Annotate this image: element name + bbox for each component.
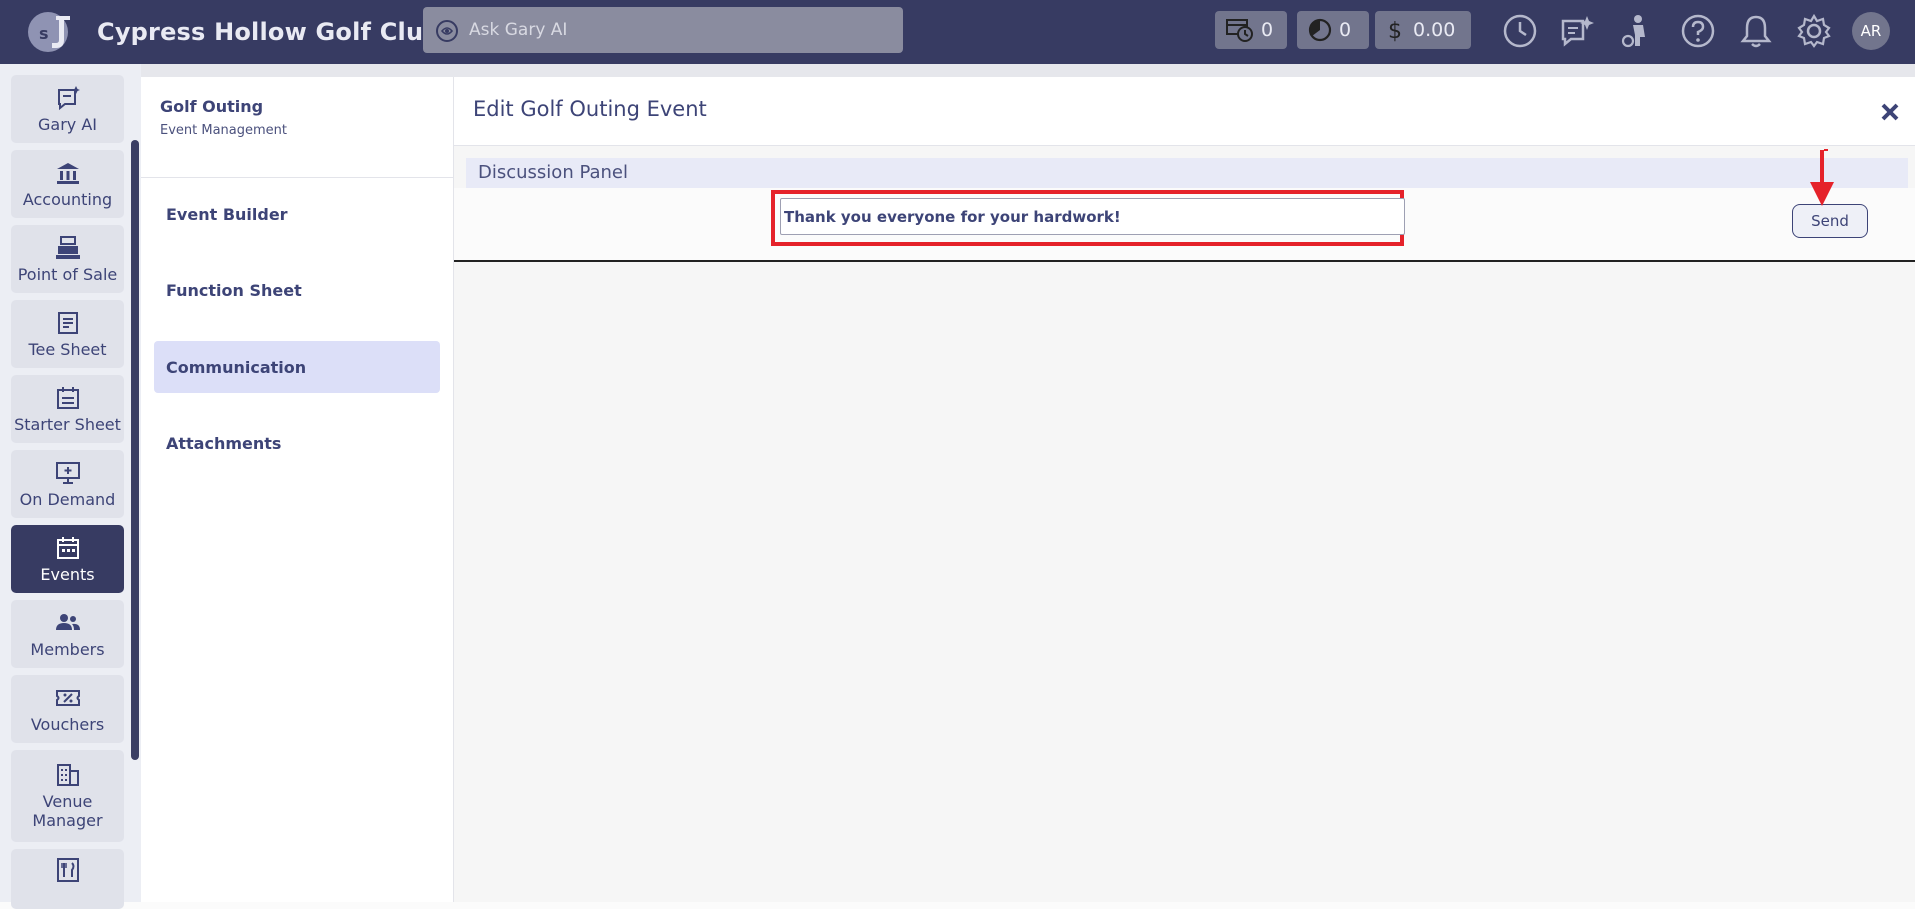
message-input[interactable] bbox=[780, 198, 1405, 235]
pie-count: 0 bbox=[1339, 19, 1352, 41]
nav-label: Events bbox=[40, 564, 95, 584]
monitor-plus-icon bbox=[55, 461, 80, 484]
event-subtitle: Event Management bbox=[160, 123, 288, 138]
svg-text:$: $ bbox=[1388, 19, 1402, 43]
nav-dining[interactable] bbox=[11, 849, 124, 909]
calendar-icon bbox=[56, 536, 79, 559]
gary-ai-icon bbox=[436, 20, 458, 42]
voucher-icon bbox=[55, 689, 80, 706]
page-title: Edit Golf Outing Event bbox=[473, 97, 707, 121]
nav-tee-sheet[interactable]: Tee Sheet bbox=[11, 300, 124, 368]
nav-accounting[interactable]: Accounting bbox=[11, 150, 124, 218]
register-icon bbox=[55, 235, 80, 259]
subnav-event-builder[interactable]: Event Builder bbox=[154, 188, 440, 240]
tee-time-icon bbox=[1226, 19, 1253, 42]
main-content: Edit Golf Outing Event Discussion Panel … bbox=[454, 77, 1915, 902]
left-navigation: Gary AI Accounting Point of Sale Tee She… bbox=[0, 64, 141, 909]
nav-on-demand[interactable]: On Demand bbox=[11, 450, 124, 518]
panel-title: Discussion Panel bbox=[478, 162, 629, 183]
event-subnav: Golf Outing Event Management Event Build… bbox=[141, 77, 454, 902]
chat-star-icon[interactable] bbox=[1559, 13, 1595, 49]
divider bbox=[141, 177, 453, 178]
nav-label: Point of Sale bbox=[17, 264, 118, 284]
discussion-panel-header: Discussion Panel bbox=[466, 158, 1908, 188]
people-icon bbox=[55, 613, 80, 630]
nav-starter-sheet[interactable]: Starter Sheet bbox=[11, 375, 124, 443]
pie-counter[interactable]: 0 bbox=[1297, 11, 1369, 49]
discussion-panel-body: Send bbox=[454, 188, 1915, 262]
balance-counter[interactable]: $ 0.00 bbox=[1375, 11, 1471, 49]
subnav-attachments[interactable]: Attachments bbox=[154, 417, 440, 469]
nav-label: Tee Sheet bbox=[28, 339, 107, 359]
tee-time-counter[interactable]: 0 bbox=[1215, 11, 1287, 49]
nav-gary-ai[interactable]: Gary AI bbox=[11, 75, 124, 143]
nav-scrollbar[interactable] bbox=[131, 140, 139, 760]
nav-events[interactable]: Events bbox=[11, 525, 124, 593]
document-icon bbox=[57, 311, 78, 334]
calendar-list-icon bbox=[56, 386, 79, 409]
dollar-icon: $ bbox=[1388, 19, 1402, 43]
nav-label: Venue Manager bbox=[32, 792, 103, 830]
svg-text:s: s bbox=[39, 24, 49, 43]
user-avatar[interactable]: AR bbox=[1852, 12, 1890, 50]
bell-icon[interactable] bbox=[1738, 13, 1774, 49]
nav-venue-manager[interactable]: Venue Manager bbox=[11, 750, 124, 842]
main-header: Edit Golf Outing Event bbox=[454, 77, 1915, 146]
nav-vouchers[interactable]: Vouchers bbox=[11, 675, 124, 743]
subnav-communication[interactable]: Communication bbox=[154, 341, 440, 393]
close-icon[interactable] bbox=[1879, 101, 1901, 123]
utensils-icon bbox=[56, 858, 79, 882]
top-bar: s Cypress Hollow Golf Club 0 0 $ 0.00 bbox=[0, 0, 1915, 64]
balance-value: 0.00 bbox=[1413, 19, 1456, 41]
building-icon bbox=[56, 764, 79, 786]
nav-label: On Demand bbox=[19, 489, 116, 509]
subnav-function-sheet[interactable]: Function Sheet bbox=[154, 264, 440, 316]
clock-icon[interactable] bbox=[1502, 13, 1538, 49]
nav-point-of-sale[interactable]: Point of Sale bbox=[11, 225, 124, 293]
send-button[interactable]: Send bbox=[1792, 204, 1868, 238]
gear-icon[interactable] bbox=[1796, 13, 1832, 49]
club-logo-icon[interactable]: s bbox=[26, 10, 78, 54]
nav-label: Gary AI bbox=[38, 114, 97, 134]
nav-label: Starter Sheet bbox=[14, 414, 121, 434]
content-top-strip bbox=[141, 64, 1915, 77]
event-name: Golf Outing bbox=[160, 97, 264, 116]
nav-label: Accounting bbox=[22, 189, 113, 209]
club-name: Cypress Hollow Golf Club bbox=[97, 18, 441, 46]
help-icon[interactable] bbox=[1680, 13, 1716, 49]
pie-chart-icon bbox=[1308, 18, 1332, 42]
tee-time-count: 0 bbox=[1261, 19, 1274, 41]
search-input[interactable] bbox=[469, 7, 889, 53]
nav-label: Vouchers bbox=[30, 714, 105, 734]
bank-icon bbox=[56, 162, 79, 184]
chat-icon bbox=[57, 85, 80, 110]
nav-label: Members bbox=[30, 639, 105, 659]
ask-gary-search[interactable] bbox=[423, 7, 903, 53]
red-arrow-icon bbox=[1810, 150, 1834, 206]
golfer-icon[interactable] bbox=[1618, 13, 1654, 49]
nav-members[interactable]: Members bbox=[11, 600, 124, 668]
